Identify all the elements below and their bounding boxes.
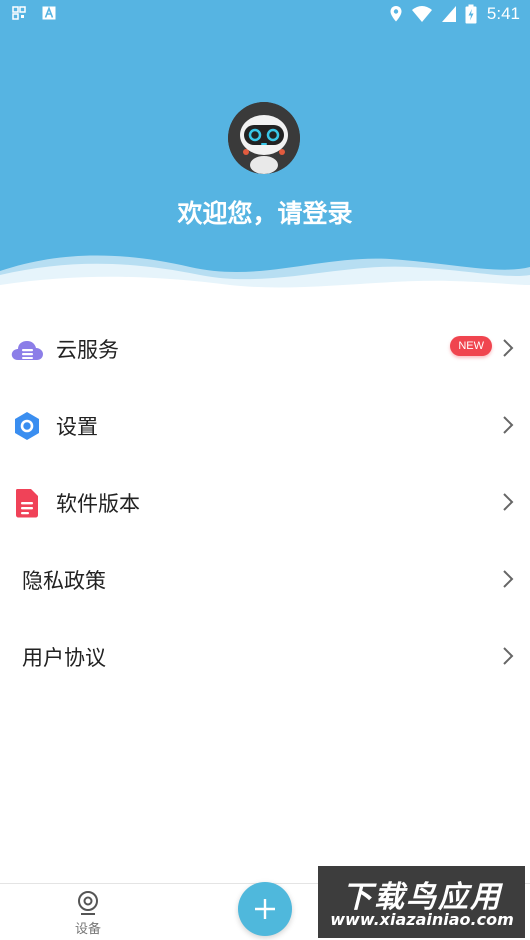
menu-item-label: 隐私政策 [22,569,106,593]
battery-icon [465,4,477,24]
menu-item-label: 设置 [56,415,98,439]
chevron-right-icon [503,416,514,434]
profile-header: 5:41 欢迎您，请登录 [0,0,530,300]
status-bar: 5:41 [0,0,530,30]
menu-item-privacy-policy[interactable]: 隐私政策 [0,541,530,618]
text-a-icon [42,6,56,20]
menu-item-label: 软件版本 [56,492,140,516]
chevron-right-icon [503,647,514,665]
menu-item-label: 云服务 [56,338,119,362]
menu-item-user-agreement[interactable]: 用户协议 [0,618,530,695]
wave-decoration [0,255,530,300]
login-prompt[interactable]: 欢迎您，请登录 [0,194,530,230]
robot-avatar-icon [228,102,300,174]
chevron-right-icon [503,493,514,511]
watermark-url: www.xiazainiao.com [330,910,514,929]
status-time: 5:41 [486,4,520,23]
hexagon-settings-icon [15,412,39,440]
document-icon [16,489,38,518]
location-icon [390,6,402,22]
qr-code-icon [12,6,26,20]
cloud-server-icon [11,341,43,360]
menu-item-settings[interactable]: 设置 [0,387,530,464]
chevron-right-icon [503,339,514,357]
watermark-logo: 下载鸟应用 www.xiazainiao.com [318,866,525,938]
menu-item-software-version[interactable]: 软件版本 [0,464,530,541]
camera-icon [78,891,98,915]
nav-tab-label: 设备 [74,922,101,937]
avatar[interactable] [228,102,300,174]
signal-icon [441,6,456,22]
menu-item-label: 用户协议 [22,646,106,670]
chevron-right-icon [503,570,514,588]
wifi-icon [411,6,432,22]
nav-tab-devices[interactable]: 设备 [58,890,118,940]
new-badge: NEW [450,336,492,356]
add-device-button[interactable] [238,882,292,936]
menu-item-cloud-service[interactable]: 云服务 NEW [0,310,530,387]
settings-menu: 云服务 NEW 设置 软件版本 隐私政策 用户协议 [0,310,530,695]
plus-icon [255,899,275,919]
